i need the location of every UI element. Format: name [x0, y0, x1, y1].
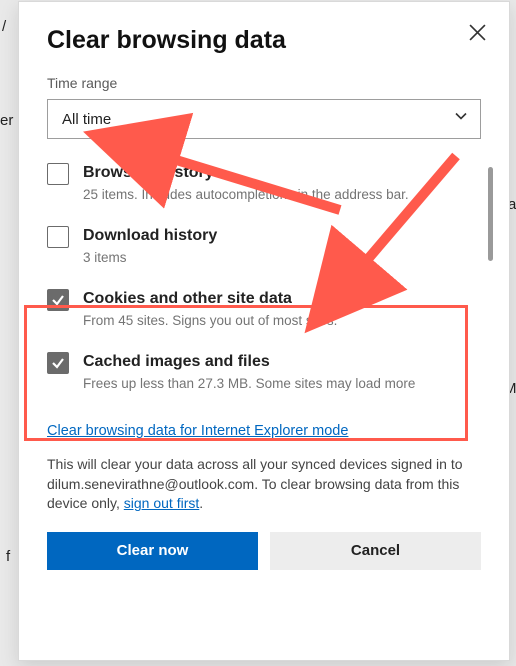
time-range-label: Time range — [47, 75, 481, 91]
option-desc: 3 items — [83, 249, 475, 267]
dialog-title: Clear browsing data — [47, 26, 481, 55]
checkbox-download-history[interactable] — [47, 226, 69, 248]
footer-text: This will clear your data across all you… — [47, 455, 481, 514]
button-row: Clear now Cancel — [47, 532, 481, 570]
bg-fragment: er — [0, 112, 13, 129]
option-desc: From 45 sites. Signs you out of most sit… — [83, 312, 475, 330]
footer-suffix: . — [199, 495, 203, 511]
bg-fragment: f — [6, 548, 10, 565]
clear-now-button[interactable]: Clear now — [47, 532, 258, 570]
option-desc: Frees up less than 27.3 MB. Some sites m… — [83, 375, 475, 393]
ie-mode-link[interactable]: Clear browsing data for Internet Explore… — [47, 423, 348, 439]
option-title: Download history — [83, 226, 475, 247]
option-title: Cookies and other site data — [83, 289, 475, 310]
close-button[interactable] — [463, 18, 491, 46]
option-title: Cached images and files — [83, 352, 475, 373]
time-range-value: All time — [62, 111, 111, 128]
option-download-history: Download history 3 items — [47, 226, 475, 267]
time-range-select[interactable]: All time — [47, 99, 481, 139]
option-cached: Cached images and files Frees up less th… — [47, 352, 475, 393]
option-browsing-history: Browsing history 25 items. Includes auto… — [47, 163, 475, 204]
option-desc: 25 items. Includes autocompletions in th… — [83, 186, 475, 204]
chevron-down-icon — [454, 110, 468, 129]
cancel-button[interactable]: Cancel — [270, 532, 481, 570]
options-scroll-area: Browsing history 25 items. Includes auto… — [47, 163, 481, 413]
bg-fragment: / — [2, 18, 6, 35]
footer-prefix: This will clear your data across all you… — [47, 456, 463, 472]
checkbox-browsing-history[interactable] — [47, 163, 69, 185]
checkbox-cookies[interactable] — [47, 289, 69, 311]
scrollbar-thumb[interactable] — [488, 167, 493, 261]
option-title: Browsing history — [83, 163, 475, 184]
clear-browsing-data-dialog: Clear browsing data Time range All time … — [18, 1, 510, 661]
sign-out-link[interactable]: sign out first — [124, 495, 199, 511]
option-cookies: Cookies and other site data From 45 site… — [47, 289, 475, 330]
footer-email: dilum.senevirathne@outlook.com — [47, 476, 254, 492]
checkbox-cached[interactable] — [47, 352, 69, 374]
